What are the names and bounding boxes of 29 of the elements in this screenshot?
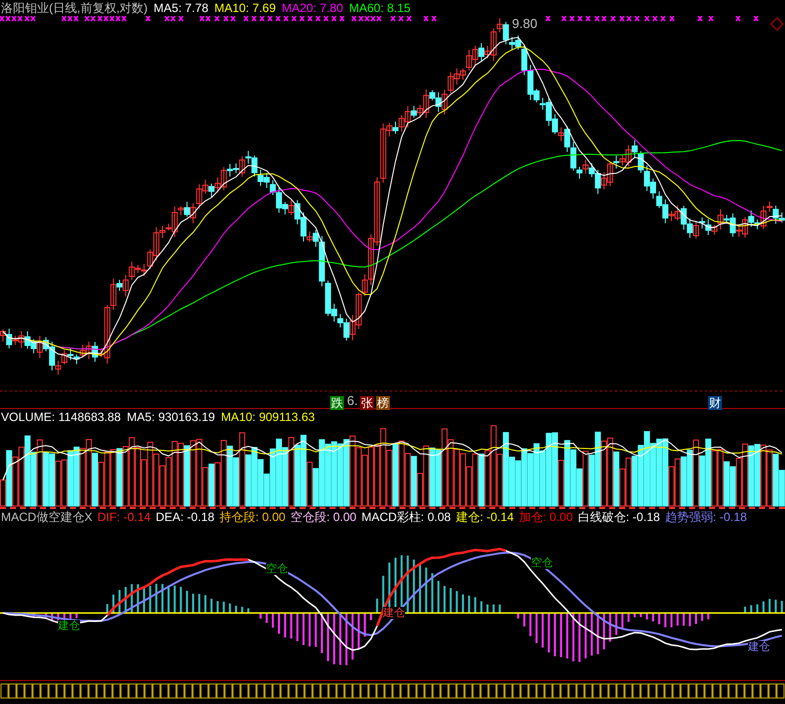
chart-title: 洛阳钼业(日线,前复权,对数) (1, 0, 148, 16)
macd-legend: 建仓: -0.14 (456, 509, 514, 525)
volume-legend: VOLUME: 1148683.88 (1, 409, 121, 425)
ma-legend: MA20: 7.80 (282, 0, 344, 16)
macd-legend: DEA: -0.18 (156, 509, 214, 525)
macd-legend: 加仓: 0.00 (518, 509, 573, 525)
ma-legend: MA60: 8.15 (349, 0, 410, 16)
macd-legend: 空仓段: 0.00 (290, 509, 356, 525)
signal-label: 空仓 (266, 563, 288, 575)
macd-legend: MACD做空建仓X (1, 509, 92, 525)
signal-label: 建仓 (383, 607, 405, 619)
macd-legend: 趋势强弱: -0.18 (664, 509, 747, 525)
macd-legend: MACD彩柱: 0.08 (361, 509, 451, 525)
event-badge[interactable]: 财 (708, 396, 722, 410)
macd-legend: DIF: -0.14 (97, 509, 151, 525)
macd-legend: 白线破仓: -0.18 (578, 509, 660, 525)
macd-legend: 持仓段: 0.00 (219, 509, 286, 525)
ma-legend: MA5: 7.78 (154, 0, 208, 16)
ma-legend: MA10: 7.69 (214, 0, 276, 16)
volume-legend: MA10: 909113.63 (220, 409, 315, 425)
low-price-label: 6. (347, 394, 358, 408)
volume-legend: MA5: 930163.19 (126, 409, 215, 425)
event-badge[interactable]: 跌 (330, 396, 344, 410)
signal-label: 建仓 (748, 641, 770, 653)
high-price-label: 9.80 (512, 17, 538, 31)
event-badge[interactable]: 张 (360, 396, 374, 410)
signal-label: 空仓 (531, 557, 553, 569)
signal-label: 建仓 (58, 620, 80, 632)
event-badge[interactable]: 榜 (376, 396, 390, 410)
